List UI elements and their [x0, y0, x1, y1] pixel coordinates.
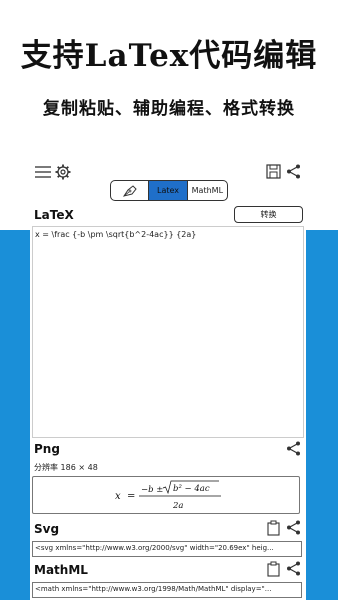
- formula-equals: =: [127, 491, 135, 502]
- png-share-icon[interactable]: [286, 441, 301, 456]
- png-formula-preview: x = −b ± b² − 4ac 2a: [32, 476, 300, 514]
- formula-render: x = −b ± b² − 4ac 2a: [115, 480, 221, 511]
- svg-share-icon[interactable]: [286, 520, 301, 535]
- convert-button[interactable]: 转换: [234, 206, 303, 223]
- mathml-copy-icon[interactable]: [266, 561, 281, 577]
- formula-lhs: x: [115, 491, 121, 502]
- hamburger-menu-icon[interactable]: [34, 165, 52, 179]
- promo-banner: 支持LaTex代码编辑 复制粘贴、辅助编程、格式转换: [0, 0, 338, 150]
- svg-code-field[interactable]: <svg xmlns="http://www.w3.org/2000/svg" …: [32, 541, 302, 557]
- formula-radicand: b² − 4ac: [173, 484, 210, 494]
- latex-input-text: x = \frac {-b \pm \sqrt{b^2-4ac}} {2a}: [35, 230, 197, 239]
- mathml-code-field[interactable]: <math xmlns="http://www.w3.org/1998/Math…: [32, 582, 302, 598]
- mode-segmented-control: Latex MathML: [110, 180, 228, 201]
- png-section-label: Png: [34, 442, 60, 456]
- mathml-share-icon[interactable]: [286, 561, 301, 576]
- app-screen: Latex MathML LaTeX 转换 x = \frac {-b \pm …: [30, 152, 306, 600]
- promo-subtitle: 复制粘贴、辅助编程、格式转换: [43, 99, 295, 119]
- mathml-code-text: <math xmlns="http://www.w3.org/1998/Math…: [35, 585, 272, 593]
- mathml-section-label: MathML: [34, 563, 88, 577]
- svg-copy-icon[interactable]: [266, 520, 281, 536]
- save-icon[interactable]: [266, 164, 281, 179]
- pen-nib-icon: [122, 184, 137, 197]
- latex-section-label: LaTeX: [34, 208, 74, 222]
- gear-icon[interactable]: [55, 164, 71, 180]
- svg-section-label: Svg: [34, 522, 60, 536]
- tab-pen[interactable]: [111, 181, 148, 200]
- svg-code-text: <svg xmlns="http://www.w3.org/2000/svg" …: [35, 544, 274, 552]
- background-accent-left: [0, 230, 30, 600]
- share-icon[interactable]: [286, 164, 301, 179]
- latex-input[interactable]: x = \frac {-b \pm \sqrt{b^2-4ac}} {2a}: [32, 226, 304, 438]
- tab-mathml[interactable]: MathML: [188, 181, 227, 200]
- formula-numerator-prefix: −b ±: [141, 485, 163, 495]
- background-accent-right: [306, 230, 338, 600]
- formula-denominator: 2a: [172, 501, 183, 511]
- png-resolution: 分辨率 186 × 48: [34, 463, 98, 472]
- tab-latex[interactable]: Latex: [148, 181, 188, 200]
- promo-title: 支持LaTex代码编辑: [20, 38, 318, 74]
